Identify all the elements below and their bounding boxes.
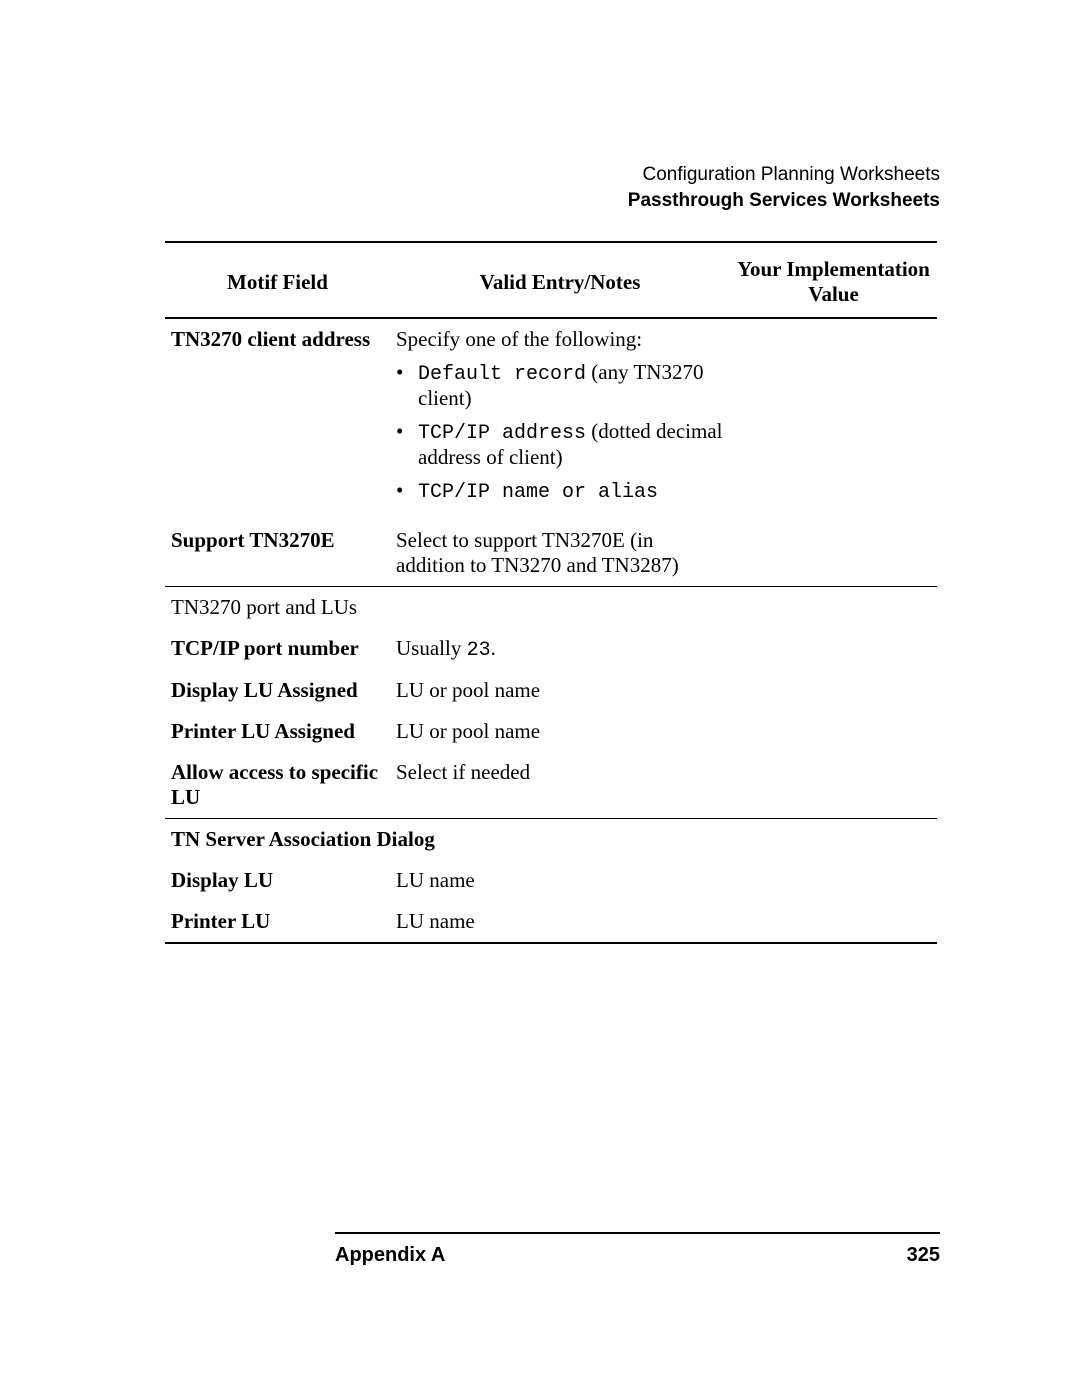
field-label: Printer LU Assigned xyxy=(165,711,390,752)
value-cell xyxy=(730,752,937,819)
value-cell xyxy=(730,860,937,901)
list-item: Default record (any TN3270 client) xyxy=(396,360,724,411)
value-cell xyxy=(730,711,937,752)
field-label: Allow access to specific LU xyxy=(165,752,390,819)
value-cell xyxy=(730,670,937,711)
table-row: Printer LU LU name xyxy=(165,901,937,943)
table-row: TCP/IP port number Usually 23. xyxy=(165,628,937,670)
section-heading: TN Server Association Dialog xyxy=(165,819,937,861)
running-header: Configuration Planning Worksheets Passth… xyxy=(628,164,940,212)
table-row: Printer LU Assigned LU or pool name xyxy=(165,711,937,752)
mono-text: TCP/IP name or alias xyxy=(418,481,658,504)
field-notes: LU or pool name xyxy=(390,670,730,711)
list-item: TCP/IP name or alias xyxy=(396,478,724,504)
worksheet-table-wrap: Motif Field Valid Entry/Notes Your Imple… xyxy=(165,241,937,944)
field-label: TN3270 client address xyxy=(165,318,390,520)
value-cell xyxy=(730,520,937,587)
mono-text: 23 xyxy=(467,639,491,662)
header-chapter: Configuration Planning Worksheets xyxy=(628,164,940,186)
worksheet-table: Motif Field Valid Entry/Notes Your Imple… xyxy=(165,241,937,944)
field-notes: Select to support TN3270E (in addition t… xyxy=(390,520,730,587)
field-label: TCP/IP port number xyxy=(165,628,390,670)
table-row: Support TN3270E Select to support TN3270… xyxy=(165,520,937,587)
col-header-valid-entry: Valid Entry/Notes xyxy=(390,242,730,318)
field-notes: Select if needed xyxy=(390,752,730,819)
page-footer: Appendix A 325 xyxy=(335,1232,940,1267)
section-heading: TN3270 port and LUs xyxy=(165,587,937,629)
col-header-your-value: Your Implementation Value xyxy=(730,242,937,318)
mono-text: Default record xyxy=(418,363,586,386)
col-header-motif-field: Motif Field xyxy=(165,242,390,318)
bullet-list: Default record (any TN3270 client) TCP/I… xyxy=(396,360,724,504)
field-label: Display LU xyxy=(165,860,390,901)
notes-intro: Specify one of the following: xyxy=(396,327,724,352)
field-notes: LU name xyxy=(390,860,730,901)
value-cell xyxy=(730,628,937,670)
table-section-row: TN3270 port and LUs xyxy=(165,587,937,629)
footer-page-number: 325 xyxy=(907,1244,940,1267)
mono-text: TCP/IP address xyxy=(418,422,586,445)
field-label: Support TN3270E xyxy=(165,520,390,587)
list-item: TCP/IP address (dotted decimal address o… xyxy=(396,419,724,470)
footer-appendix: Appendix A xyxy=(335,1244,445,1267)
header-section: Passthrough Services Worksheets xyxy=(628,190,940,212)
table-row: TN3270 client address Specify one of the… xyxy=(165,318,937,520)
field-label: Display LU Assigned xyxy=(165,670,390,711)
table-header-row: Motif Field Valid Entry/Notes Your Imple… xyxy=(165,242,937,318)
plain-text: . xyxy=(491,636,496,660)
table-row: Allow access to specific LU Select if ne… xyxy=(165,752,937,819)
table-row: Display LU Assigned LU or pool name xyxy=(165,670,937,711)
field-notes: Specify one of the following: Default re… xyxy=(390,318,730,520)
field-notes: LU name xyxy=(390,901,730,943)
field-label: Printer LU xyxy=(165,901,390,943)
value-cell xyxy=(730,901,937,943)
value-cell xyxy=(730,318,937,520)
plain-text: Usually xyxy=(396,636,467,660)
table-row: Display LU LU name xyxy=(165,860,937,901)
page: Configuration Planning Worksheets Passth… xyxy=(0,0,1080,1397)
table-section-row: TN Server Association Dialog xyxy=(165,819,937,861)
field-notes: LU or pool name xyxy=(390,711,730,752)
field-notes: Usually 23. xyxy=(390,628,730,670)
